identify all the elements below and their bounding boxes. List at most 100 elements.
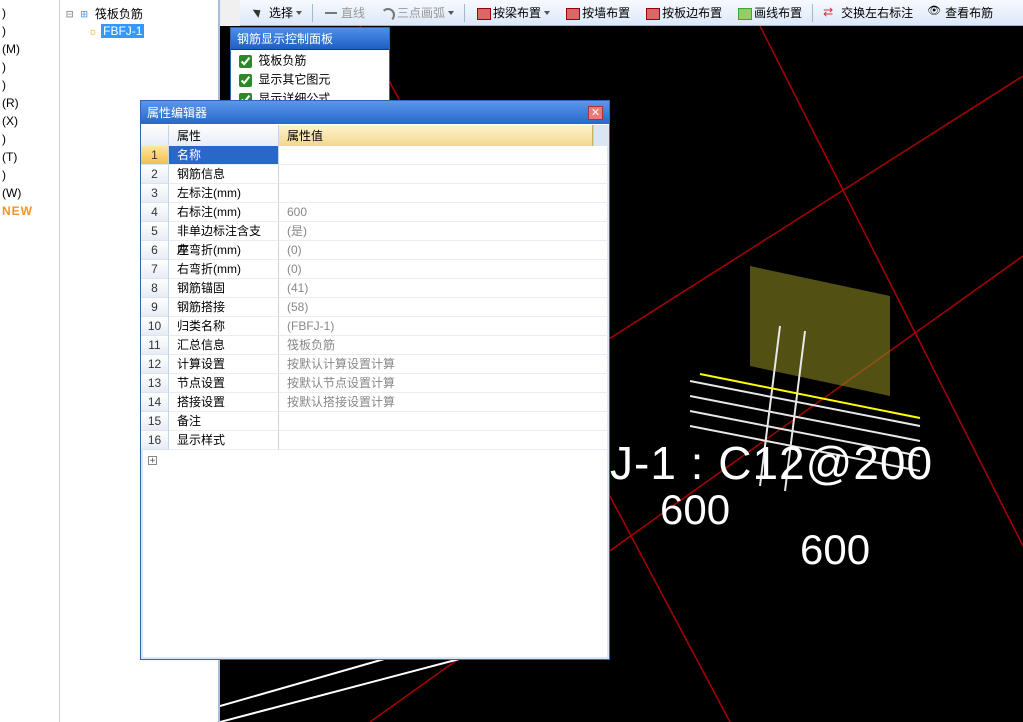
wall-layout-button[interactable]: 按墙布置	[558, 2, 636, 23]
property-row[interactable]: 14搭接设置按默认搭接设置计算	[141, 393, 609, 412]
property-value[interactable]: 按默认搭接设置计算	[279, 393, 609, 412]
line-tool: 直线	[317, 2, 371, 23]
draw-line-layout-button[interactable]: 画线布置	[730, 2, 808, 23]
property-name: 钢筋锚固	[169, 279, 279, 298]
stub-item[interactable]: )	[2, 58, 57, 76]
beam-icon	[475, 6, 491, 20]
beam-layout-button[interactable]: 按梁布置	[469, 2, 556, 23]
property-name: 计算设置	[169, 355, 279, 374]
stub-item[interactable]: )	[2, 22, 57, 40]
property-value[interactable]	[279, 165, 609, 184]
property-row[interactable]: 4右标注(mm)600	[141, 203, 609, 222]
arc-tool: 三点画弧	[373, 2, 460, 23]
stub-item[interactable]: (R)	[2, 94, 57, 112]
close-icon[interactable]: ✕	[588, 106, 603, 120]
property-value[interactable]: 按默认节点设置计算	[279, 374, 609, 393]
property-value[interactable]: 筏板负筋	[279, 336, 609, 355]
line-icon	[323, 6, 339, 20]
property-name: 名称	[169, 146, 279, 165]
property-row[interactable]: 9钢筋搭接(58)	[141, 298, 609, 317]
property-value[interactable]: (41)	[279, 279, 609, 298]
property-row[interactable]: 15备注	[141, 412, 609, 431]
dimension-b: 600	[800, 526, 870, 574]
property-value[interactable]: (58)	[279, 298, 609, 317]
row-index: 3	[141, 184, 169, 203]
select-tool[interactable]: 选择	[245, 2, 308, 23]
property-value[interactable]	[279, 184, 609, 203]
property-name: 左标注(mm)	[169, 184, 279, 203]
stub-item[interactable]: (M)	[2, 40, 57, 58]
property-name: 非单边标注含支座	[169, 222, 279, 241]
property-row[interactable]: 2钢筋信息	[141, 165, 609, 184]
property-value[interactable]	[279, 412, 609, 431]
property-value[interactable]	[279, 146, 609, 165]
property-name: 搭接设置	[169, 393, 279, 412]
property-row[interactable]: 5非单边标注含支座(是)	[141, 222, 609, 241]
tree-root[interactable]: ⊟ ⊞ 筏板负筋	[66, 4, 216, 23]
property-row[interactable]: 3左标注(mm)	[141, 184, 609, 203]
property-editor-titlebar[interactable]: 属性编辑器 ✕	[141, 101, 609, 124]
property-row[interactable]: 12计算设置按默认计算设置计算	[141, 355, 609, 374]
row-index: 9	[141, 298, 169, 317]
stub-new-badge: NEW	[2, 202, 57, 220]
property-name: 钢筋信息	[169, 165, 279, 184]
control-panel-title[interactable]: 钢筋显示控制面板	[231, 28, 389, 50]
arc-icon	[379, 6, 395, 20]
eye-icon	[927, 6, 943, 20]
display-option[interactable]: 筏板负筋	[235, 52, 385, 71]
expander-icon[interactable]: +	[148, 456, 157, 465]
row-index: 1	[141, 146, 169, 165]
display-option-checkbox[interactable]	[239, 74, 252, 87]
display-option-checkbox[interactable]	[239, 55, 252, 68]
tree-leaf[interactable]: ☼ FBFJ-1	[66, 23, 216, 39]
view-rebar-button[interactable]: 查看布筋	[921, 2, 999, 23]
row-index: 2	[141, 165, 169, 184]
header-value[interactable]: 属性值	[279, 125, 593, 146]
property-row[interactable]: 10归类名称(FBFJ-1)	[141, 317, 609, 336]
header-name[interactable]: 属性	[169, 125, 279, 146]
stub-item[interactable]: )	[2, 166, 57, 184]
stub-item[interactable]: (X)	[2, 112, 57, 130]
row-index: 7	[141, 260, 169, 279]
property-value[interactable]: 按默认计算设置计算	[279, 355, 609, 374]
display-option[interactable]: 显示其它图元	[235, 71, 385, 90]
property-name: 左弯折(mm)	[169, 241, 279, 260]
property-row[interactable]: 1名称	[141, 146, 609, 165]
stub-item[interactable]: (W)	[2, 184, 57, 202]
row-index: 12	[141, 355, 169, 374]
stub-item[interactable]: )	[2, 76, 57, 94]
drawline-icon	[736, 6, 752, 20]
property-value[interactable]: (0)	[279, 260, 609, 279]
property-name: 汇总信息	[169, 336, 279, 355]
property-name: 归类名称	[169, 317, 279, 336]
property-editor-title: 属性编辑器	[147, 104, 207, 121]
row-index: 4	[141, 203, 169, 222]
property-value[interactable]: (0)	[279, 241, 609, 260]
property-editor[interactable]: 属性编辑器 ✕ 属性 属性值 1名称2钢筋信息3左标注(mm)4右标注(mm)6…	[140, 100, 610, 660]
property-name: 右标注(mm)	[169, 203, 279, 222]
row-index: 16 +	[141, 431, 169, 450]
property-name: 右弯折(mm)	[169, 260, 279, 279]
far-left-panel: ))(M)))(R)(X))(T))(W)NEW	[0, 0, 60, 722]
property-value[interactable]: (FBFJ-1)	[279, 317, 609, 336]
slab-edge-layout-button[interactable]: 按板边布置	[638, 2, 728, 23]
row-index: 14	[141, 393, 169, 412]
property-value[interactable]: (是)	[279, 222, 609, 241]
property-name: 钢筋搭接	[169, 298, 279, 317]
dimension-a: 600	[660, 486, 730, 534]
property-row[interactable]: 11汇总信息筏板负筋	[141, 336, 609, 355]
stub-item[interactable]: )	[2, 130, 57, 148]
property-name: 显示样式	[169, 431, 279, 450]
property-row[interactable]: 8钢筋锚固(41)	[141, 279, 609, 298]
property-row[interactable]: 16 +显示样式	[141, 431, 609, 450]
property-name: 备注	[169, 412, 279, 431]
property-row[interactable]: 6左弯折(mm)(0)	[141, 241, 609, 260]
property-value[interactable]	[279, 431, 609, 450]
swap-annotation-button[interactable]: 交换左右标注	[817, 2, 919, 23]
stub-item[interactable]: )	[2, 4, 57, 22]
cursor-icon	[251, 6, 267, 20]
property-value[interactable]: 600	[279, 203, 609, 222]
property-row[interactable]: 7右弯折(mm)(0)	[141, 260, 609, 279]
property-row[interactable]: 13节点设置按默认节点设置计算	[141, 374, 609, 393]
stub-item[interactable]: (T)	[2, 148, 57, 166]
